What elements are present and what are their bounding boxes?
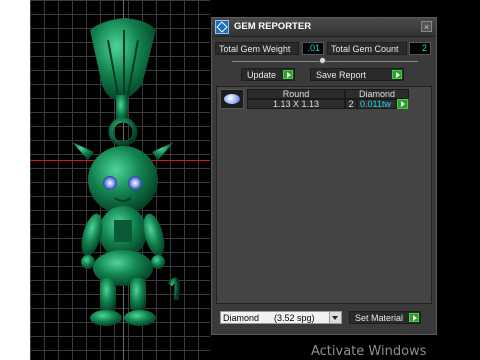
set-material-button[interactable]: Set Material xyxy=(349,311,421,324)
material-selected-value: Diamond (3.52 spg) xyxy=(223,313,315,323)
play-arrow-icon xyxy=(409,313,419,322)
save-report-button-label: Save Report xyxy=(316,70,367,80)
pendant-model[interactable] xyxy=(30,0,210,360)
close-icon[interactable]: × xyxy=(421,21,432,32)
update-button[interactable]: Update xyxy=(241,68,295,81)
gem-reporter-panel: GEM REPORTER × Total Gem Weight .01 Tota… xyxy=(211,17,437,335)
total-count-label: Total Gem Count xyxy=(327,42,407,55)
column-header-shape: Round xyxy=(247,89,345,99)
gem-size-cell: 1.13 X 1.13 xyxy=(247,99,345,109)
update-button-label: Update xyxy=(247,70,277,80)
play-arrow-icon[interactable] xyxy=(397,99,408,109)
activate-windows-watermark: Activate Windows xyxy=(311,344,427,359)
total-count-value: 2 xyxy=(409,42,431,55)
gem-reporter-logo-icon xyxy=(215,20,229,34)
material-select[interactable]: Diamond (3.52 spg) xyxy=(220,311,342,324)
gem-carat-cell: 0.011tw xyxy=(357,99,397,109)
total-weight-label: Total Gem Weight xyxy=(215,42,299,55)
3d-viewport[interactable] xyxy=(30,0,210,360)
chevron-down-icon[interactable] xyxy=(329,312,341,323)
panel-title: GEM REPORTER xyxy=(234,21,312,32)
diamond-stone-icon xyxy=(220,89,244,109)
title-bar[interactable]: GEM REPORTER × xyxy=(212,18,436,37)
stone-image xyxy=(224,94,240,104)
gem-count-cell: 2 xyxy=(345,99,357,109)
play-arrow-icon xyxy=(392,70,402,79)
save-report-button[interactable]: Save Report xyxy=(310,68,404,81)
background-strip xyxy=(450,0,480,360)
play-arrow-icon xyxy=(283,70,293,79)
column-header-material: Diamond xyxy=(345,89,409,99)
slider-handle[interactable] xyxy=(319,57,326,64)
gem-list[interactable]: Round Diamond 1.13 X 1.13 2 0.011tw xyxy=(216,86,432,304)
set-material-button-label: Set Material xyxy=(355,313,404,323)
total-weight-value: .01 xyxy=(302,42,324,55)
